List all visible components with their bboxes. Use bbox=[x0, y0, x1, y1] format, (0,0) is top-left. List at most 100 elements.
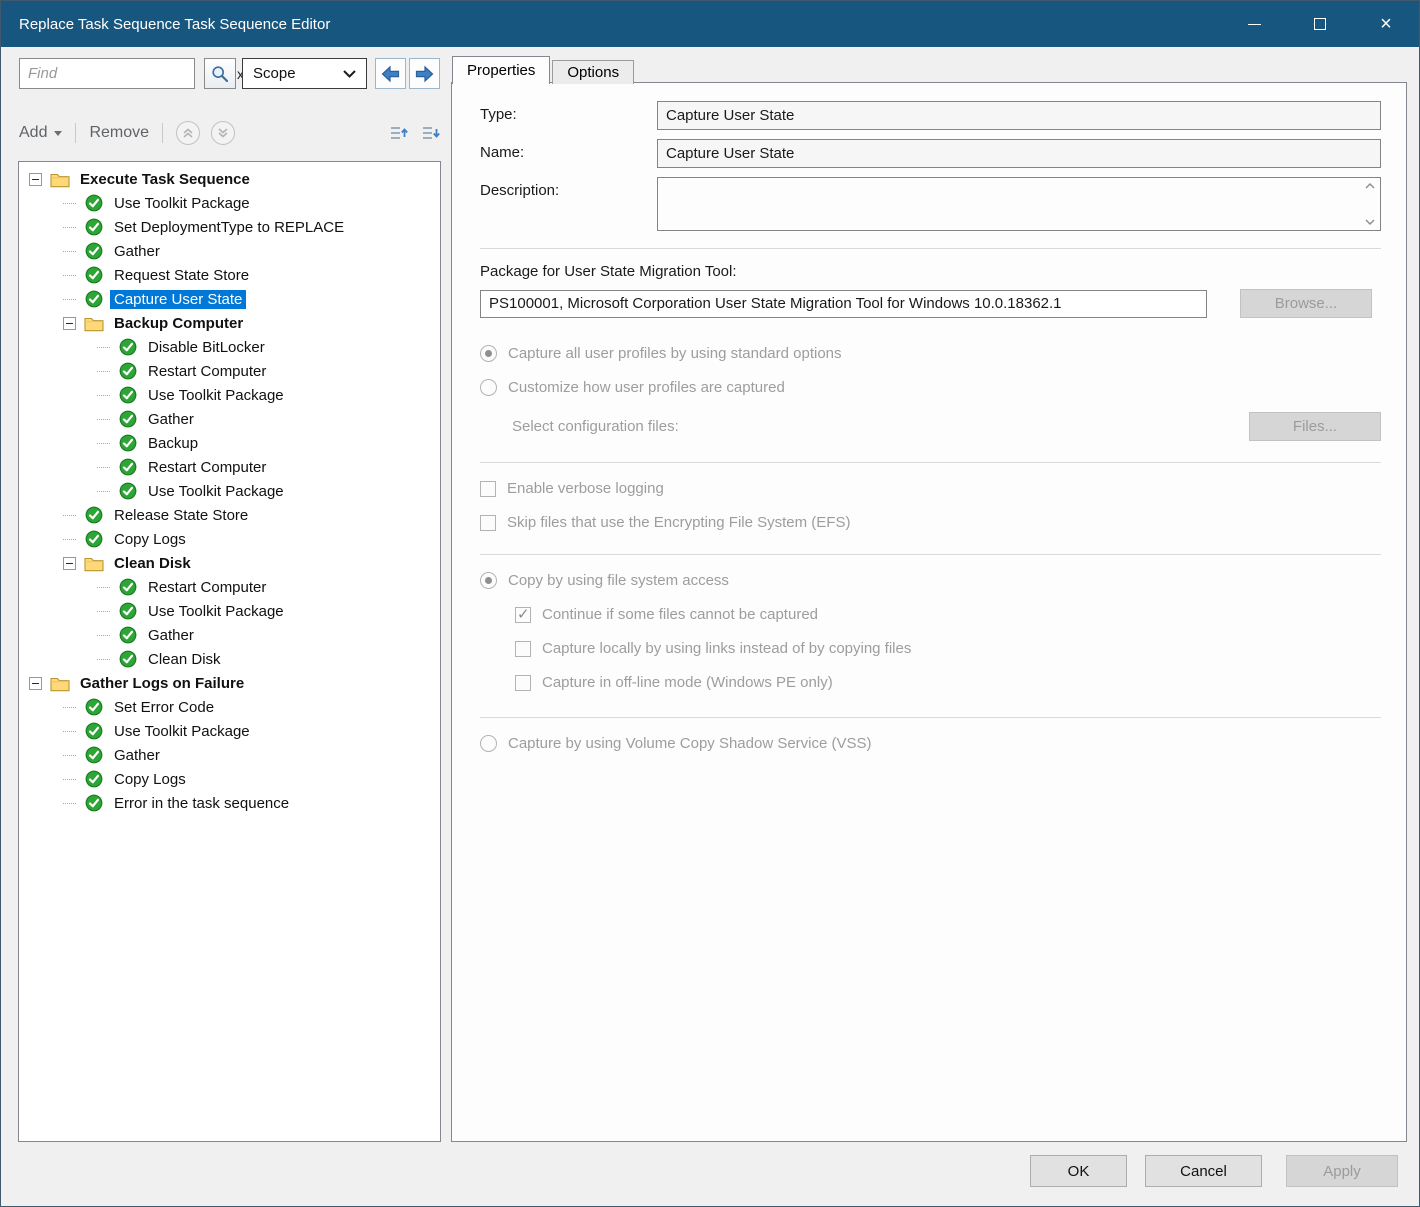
tab-options[interactable]: Options bbox=[552, 60, 634, 84]
collapse-all-button[interactable] bbox=[387, 122, 409, 144]
tree-connector-slot bbox=[97, 659, 118, 660]
tree-connector-line bbox=[97, 587, 110, 588]
continue-if-files-checkbox[interactable]: Continue if some files cannot be capture… bbox=[515, 606, 1381, 623]
search-button[interactable] bbox=[204, 58, 236, 89]
tree-item-label: Error in the task sequence bbox=[110, 794, 293, 813]
tree-item[interactable]: Disable BitLocker bbox=[19, 335, 440, 359]
name-input[interactable] bbox=[657, 139, 1381, 168]
capture-locally-links-checkbox[interactable]: Capture locally by using links instead o… bbox=[515, 640, 1381, 657]
tree-item[interactable]: Gather bbox=[19, 407, 440, 431]
tree-collapse-icon[interactable] bbox=[29, 677, 42, 690]
toolbar-divider bbox=[75, 123, 76, 143]
tree-connector-line bbox=[97, 443, 110, 444]
move-up-button[interactable] bbox=[176, 121, 200, 145]
success-check-icon bbox=[118, 602, 138, 620]
tree-item-label: Gather bbox=[110, 746, 164, 765]
verbose-logging-checkbox[interactable]: Enable verbose logging bbox=[480, 480, 1381, 497]
navigate-back-button[interactable] bbox=[375, 58, 406, 89]
navigate-forward-button[interactable] bbox=[409, 58, 440, 89]
folder-icon bbox=[84, 314, 104, 332]
folder-icon bbox=[50, 170, 70, 188]
tree-item[interactable]: Restart Computer bbox=[19, 359, 440, 383]
description-input[interactable] bbox=[657, 177, 1381, 231]
tree-connector-line bbox=[97, 419, 110, 420]
file-system-access-option[interactable]: Copy by using file system access bbox=[480, 572, 1381, 589]
search-icon bbox=[211, 65, 229, 83]
tree-item-group[interactable]: Gather Logs on Failure bbox=[19, 671, 440, 695]
tree-item-label: Gather Logs on Failure bbox=[76, 674, 248, 693]
tree-item[interactable]: Use Toolkit Package bbox=[19, 383, 440, 407]
move-down-button[interactable] bbox=[211, 121, 235, 145]
tree-connector-line bbox=[63, 779, 76, 780]
tree-item-label: Backup Computer bbox=[110, 314, 247, 333]
tree-item[interactable]: Request State Store bbox=[19, 263, 440, 287]
cancel-button[interactable]: Cancel bbox=[1145, 1155, 1262, 1187]
apply-button[interactable]: Apply bbox=[1286, 1155, 1398, 1187]
tree-item-label: Restart Computer bbox=[144, 362, 270, 381]
close-button[interactable]: × bbox=[1353, 1, 1419, 47]
expand-all-icon bbox=[420, 123, 440, 143]
expand-all-button[interactable] bbox=[419, 122, 441, 144]
files-button[interactable]: Files... bbox=[1249, 412, 1381, 441]
capture-standard-option[interactable]: Capture all user profiles by using stand… bbox=[480, 345, 1381, 362]
toolbar-divider bbox=[162, 123, 163, 143]
tree-connector-slot bbox=[97, 467, 118, 468]
tree-item[interactable]: Gather bbox=[19, 623, 440, 647]
tree-item[interactable]: Use Toolkit Package bbox=[19, 599, 440, 623]
maximize-button[interactable] bbox=[1287, 1, 1353, 47]
scope-dropdown[interactable]: Scope bbox=[242, 58, 367, 89]
maximize-icon bbox=[1314, 18, 1326, 30]
tree-item[interactable]: Use Toolkit Package bbox=[19, 719, 440, 743]
tree-item[interactable]: Restart Computer bbox=[19, 575, 440, 599]
minimize-button[interactable] bbox=[1221, 1, 1287, 47]
remove-button[interactable]: Remove bbox=[89, 124, 149, 142]
tree-item-group[interactable]: Backup Computer bbox=[19, 311, 440, 335]
add-button-label: Add bbox=[19, 124, 47, 142]
tree-item[interactable]: Set DeploymentType to REPLACE bbox=[19, 215, 440, 239]
select-config-files-label: Select configuration files: bbox=[512, 418, 679, 435]
tab-properties[interactable]: Properties bbox=[452, 56, 550, 84]
tree-item[interactable]: Gather bbox=[19, 743, 440, 767]
tree-connector-slot bbox=[63, 539, 84, 540]
tree-item[interactable]: Capture User State bbox=[19, 287, 440, 311]
tree-item[interactable]: Copy Logs bbox=[19, 767, 440, 791]
tree-connector-slot bbox=[63, 227, 84, 228]
tree-connector-line bbox=[97, 659, 110, 660]
tree-expander-slot bbox=[63, 317, 84, 330]
tree-item[interactable]: Clean Disk bbox=[19, 647, 440, 671]
tree-item-group[interactable]: Clean Disk bbox=[19, 551, 440, 575]
capture-customize-option[interactable]: Customize how user profiles are captured bbox=[480, 379, 1381, 396]
description-scrollbar[interactable] bbox=[1361, 179, 1379, 229]
skip-efs-checkbox[interactable]: Skip files that use the Encrypting File … bbox=[480, 514, 1381, 531]
tree-item[interactable]: Use Toolkit Package bbox=[19, 191, 440, 215]
tree-item[interactable]: Gather bbox=[19, 239, 440, 263]
capture-offline-checkbox[interactable]: Capture in off-line mode (Windows PE onl… bbox=[515, 674, 1381, 691]
tree-item[interactable]: Error in the task sequence bbox=[19, 791, 440, 815]
tree-item[interactable]: Backup bbox=[19, 431, 440, 455]
add-button[interactable]: Add bbox=[19, 124, 62, 142]
browse-button[interactable]: Browse... bbox=[1240, 289, 1372, 318]
tree-connector-line bbox=[63, 707, 76, 708]
success-check-icon bbox=[84, 218, 104, 236]
tree-collapse-icon[interactable] bbox=[63, 317, 76, 330]
tree-item[interactable]: Restart Computer bbox=[19, 455, 440, 479]
tree-collapse-icon[interactable] bbox=[29, 173, 42, 186]
tree-toolbar: Add Remove bbox=[19, 113, 441, 153]
tree-item[interactable]: Use Toolkit Package bbox=[19, 479, 440, 503]
success-check-icon bbox=[84, 770, 104, 788]
ok-button[interactable]: OK bbox=[1030, 1155, 1127, 1187]
tree-item[interactable]: Set Error Code bbox=[19, 695, 440, 719]
tree-collapse-icon[interactable] bbox=[63, 557, 76, 570]
scroll-down-icon bbox=[1365, 219, 1375, 225]
type-input[interactable] bbox=[657, 101, 1381, 130]
package-input[interactable] bbox=[480, 290, 1207, 318]
skip-efs-label: Skip files that use the Encrypting File … bbox=[507, 514, 850, 531]
tree-connector-slot bbox=[97, 587, 118, 588]
capture-locally-links-label: Capture locally by using links instead o… bbox=[542, 640, 911, 657]
vss-option[interactable]: Capture by using Volume Copy Shadow Serv… bbox=[480, 735, 1381, 752]
tree-connector-slot bbox=[97, 635, 118, 636]
tree-item[interactable]: Copy Logs bbox=[19, 527, 440, 551]
tree-item[interactable]: Release State Store bbox=[19, 503, 440, 527]
tree-connector-slot bbox=[97, 395, 118, 396]
tree-item-group[interactable]: Execute Task Sequence bbox=[19, 167, 440, 191]
